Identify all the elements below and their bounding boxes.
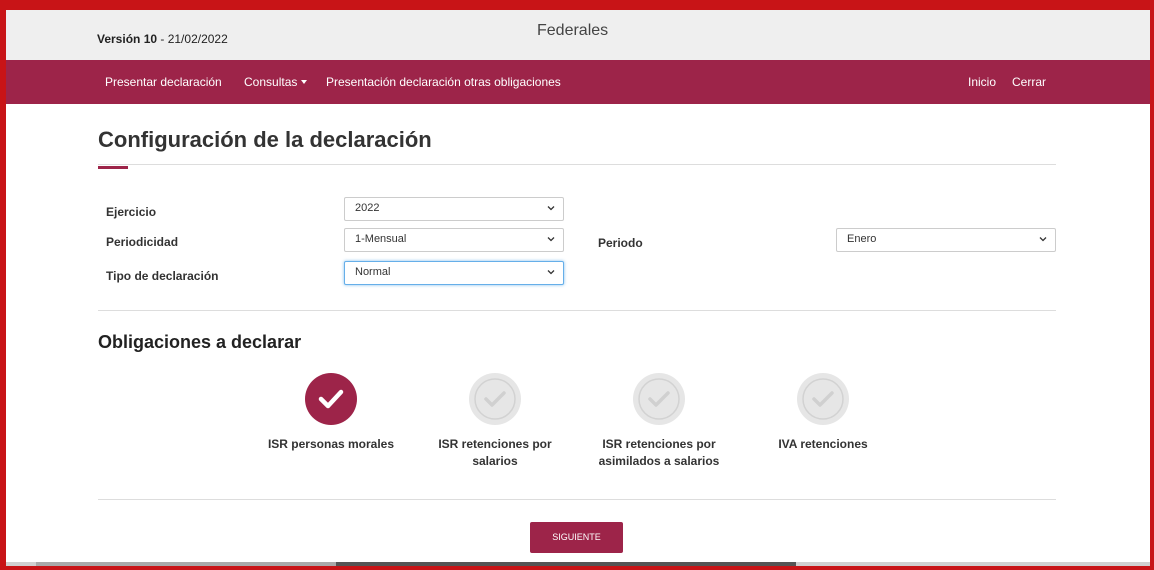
oblig-iva-retenciones-label: IVA retenciones: [778, 437, 868, 451]
title-divider: [98, 164, 1056, 165]
periodicidad-value: 1-Mensual: [355, 233, 407, 245]
check-icon: [802, 378, 844, 420]
title-accent-bar: [98, 166, 128, 169]
siguiente-button[interactable]: SIGUIENTE: [530, 522, 623, 553]
main-navbar: Presentar declaración Consultas Presenta…: [6, 60, 1150, 104]
check-icon: [318, 389, 344, 409]
tipo-declaracion-label: Tipo de declaración: [106, 269, 219, 283]
ejercicio-value: 2022: [355, 202, 380, 214]
browser-frame: Versión 10 - 21/02/2022 Federales Presen…: [0, 0, 1154, 570]
ejercicio-select[interactable]: 2022: [344, 197, 564, 221]
chevron-down-icon: [301, 80, 308, 84]
periodicidad-label: Periodicidad: [106, 235, 179, 249]
nav-consultas[interactable]: Consultas: [244, 75, 308, 89]
oblig-isr-personas-morales-toggle[interactable]: [305, 373, 357, 425]
periodo-label: Periodo: [598, 236, 643, 250]
actions-divider: [98, 499, 1056, 500]
oblig-isr-salarios-toggle[interactable]: [469, 373, 521, 425]
tipo-declaracion-value: Normal: [355, 266, 391, 278]
chevron-down-icon: [547, 237, 555, 242]
periodicidad-select[interactable]: 1-Mensual: [344, 228, 564, 252]
periodo-value: Enero: [847, 233, 877, 245]
oblig-iva-retenciones-toggle[interactable]: [797, 373, 849, 425]
oblig-isr-asimilados-toggle[interactable]: [633, 373, 685, 425]
ejercicio-label: Ejercicio: [106, 205, 157, 219]
brand-title: Federales: [537, 22, 609, 39]
chevron-down-icon: [1039, 237, 1047, 242]
obligaciones-title: Obligaciones a declarar: [98, 332, 302, 352]
check-icon: [474, 378, 516, 420]
chevron-down-icon: [547, 270, 555, 275]
version-date: - 21/02/2022: [157, 32, 228, 46]
nav-consultas-label: Consultas: [244, 75, 298, 89]
tipo-declaracion-select[interactable]: Normal: [344, 261, 564, 285]
nav-otras-obligaciones[interactable]: Presentación declaración otras obligacio…: [326, 75, 561, 89]
top-bar: Versión 10 - 21/02/2022 Federales: [6, 10, 1150, 60]
oblig-isr-personas-morales-label: ISR personas morales: [267, 437, 395, 451]
version-label: Versión 10: [97, 32, 158, 46]
periodo-select[interactable]: Enero: [836, 228, 1056, 252]
scrollbar-thumb[interactable]: [36, 562, 336, 566]
version-info: Versión 10 - 21/02/2022: [97, 32, 228, 46]
oblig-isr-salarios-label: ISR retenciones por salarios: [438, 437, 552, 468]
nav-cerrar[interactable]: Cerrar: [1012, 75, 1046, 89]
chevron-down-icon: [547, 206, 555, 211]
check-icon: [638, 378, 680, 420]
section-divider: [98, 310, 1056, 311]
nav-presentar-declaracion[interactable]: Presentar declaración: [105, 75, 222, 89]
page-title: Configuración de la declaración: [98, 127, 432, 152]
oblig-isr-asimilados-label: ISR retenciones por asimilados a salario…: [598, 437, 720, 468]
nav-inicio[interactable]: Inicio: [968, 75, 996, 89]
scrollbar-segment: [336, 562, 796, 566]
